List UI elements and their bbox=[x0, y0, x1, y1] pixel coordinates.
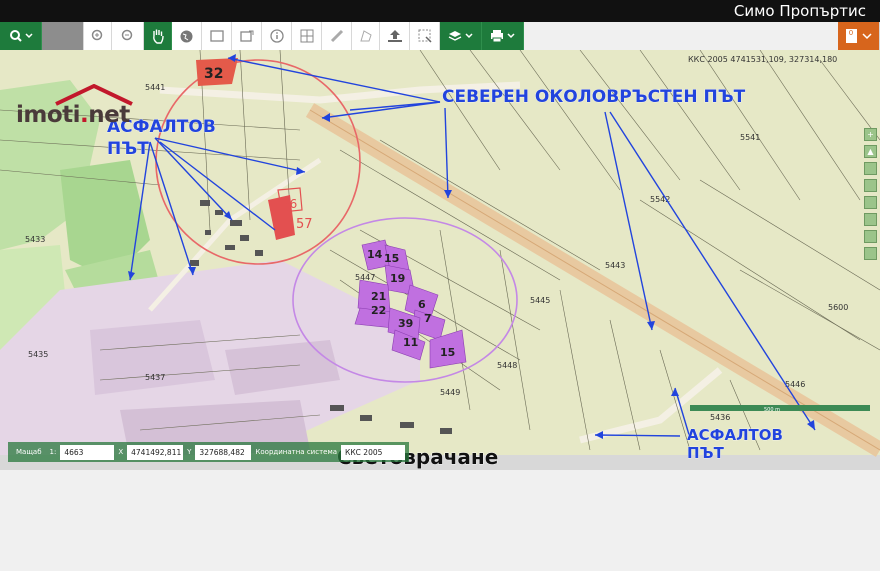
asphalt-road-right-label-2: ПЪТ bbox=[687, 444, 725, 462]
parcel-6[interactable]: 6 bbox=[418, 298, 426, 311]
scale-bar-label: 500 m bbox=[764, 407, 780, 413]
parcel-39[interactable]: 39 bbox=[398, 317, 413, 330]
select-button[interactable] bbox=[410, 22, 440, 50]
area-icon bbox=[359, 30, 372, 42]
parcel-11[interactable]: 11 bbox=[403, 336, 418, 349]
brand-title: Симо Пропъртис bbox=[733, 2, 866, 20]
parcel-21[interactable]: 21 bbox=[371, 290, 386, 303]
pan-button[interactable] bbox=[144, 22, 172, 50]
globe-button[interactable] bbox=[172, 22, 202, 50]
svg-text:5542: 5542 bbox=[650, 195, 670, 204]
bookmark-icon: 0 bbox=[845, 29, 857, 43]
map-toolbar: 0 bbox=[0, 22, 880, 50]
logo-backdrop bbox=[42, 22, 84, 50]
rectangle-button[interactable] bbox=[202, 22, 232, 50]
top-bar: Симо Пропъртис bbox=[0, 0, 880, 22]
search-icon bbox=[9, 30, 33, 42]
zoom-in-icon bbox=[91, 29, 102, 41]
y-label: Y bbox=[187, 448, 192, 456]
parcel-7[interactable]: 7 bbox=[424, 312, 432, 325]
cadastral-map[interactable]: 5441 5541 5542 5443 5445 5433 5435 5448 5449 5… bbox=[0, 50, 880, 470]
hand-icon bbox=[152, 29, 164, 44]
zoom-out-button[interactable] bbox=[112, 22, 144, 50]
parcel-15-b[interactable]: 15 bbox=[440, 346, 455, 359]
rectangle-icon bbox=[209, 30, 224, 42]
svg-text:5433: 5433 bbox=[25, 235, 45, 244]
svg-text:5541: 5541 bbox=[740, 133, 760, 142]
parcel-14[interactable]: 14 bbox=[367, 248, 383, 261]
zoom-in-button[interactable] bbox=[84, 22, 112, 50]
svg-text:5436: 5436 bbox=[710, 413, 730, 422]
coordinate-system-label: Координатна система bbox=[255, 448, 338, 456]
parcel-57[interactable]: 57 bbox=[296, 217, 313, 232]
scale-prefix: 1: bbox=[49, 448, 57, 456]
x-coordinate-field[interactable]: 4741492,811 bbox=[127, 444, 184, 460]
svg-text:5449: 5449 bbox=[440, 388, 460, 397]
map-canvas[interactable]: 5441 5541 5542 5443 5445 5433 5435 5448 5449 5… bbox=[0, 50, 880, 470]
kks-coordinate-label: ККС 2005 4741531,109, 327314,180 bbox=[688, 55, 837, 64]
select-icon bbox=[418, 29, 432, 43]
globe-icon bbox=[180, 30, 193, 42]
parcel-56[interactable]: 56 bbox=[282, 197, 297, 211]
info-button[interactable] bbox=[262, 22, 292, 50]
parcel-22[interactable]: 22 bbox=[371, 304, 386, 317]
print-button[interactable] bbox=[482, 22, 524, 50]
scale-input[interactable]: 4663 bbox=[60, 444, 115, 460]
side-control-2[interactable]: ▲ bbox=[864, 145, 877, 158]
upload-icon bbox=[387, 30, 402, 42]
logo-roof-icon bbox=[55, 84, 133, 106]
layers-button[interactable] bbox=[440, 22, 482, 50]
imoti-logo: imoti.net bbox=[16, 84, 133, 128]
svg-text:5437: 5437 bbox=[145, 373, 165, 382]
window-icon bbox=[239, 30, 253, 42]
parcel-15-a[interactable]: 15 bbox=[384, 252, 399, 265]
zoom-out-icon bbox=[121, 29, 132, 41]
ring-road-label: СЕВЕРЕН ОКОЛОВРЪСТЕН ПЪТ bbox=[442, 87, 746, 107]
svg-text:5441: 5441 bbox=[145, 83, 165, 92]
map-side-controls: + ▲ bbox=[864, 128, 878, 260]
page-footer-blank bbox=[0, 470, 880, 571]
svg-text:5447: 5447 bbox=[355, 273, 375, 282]
chevron-down-icon bbox=[861, 33, 872, 40]
scale-label: Мащаб bbox=[16, 448, 42, 456]
search-button[interactable] bbox=[0, 22, 42, 50]
coordinate-system-select[interactable]: ККС 2005 bbox=[341, 444, 406, 460]
y-coordinate-field[interactable]: 327688,482 bbox=[195, 444, 252, 460]
window-button[interactable] bbox=[232, 22, 262, 50]
side-control-3[interactable] bbox=[864, 162, 877, 175]
side-control-6[interactable] bbox=[864, 213, 877, 226]
side-control-5[interactable] bbox=[864, 196, 877, 209]
coordinate-bar: Мащаб 1: 4663 X 4741492,811 Y 327688,482… bbox=[8, 442, 410, 462]
upload-button[interactable] bbox=[380, 22, 410, 50]
grid-button[interactable] bbox=[292, 22, 322, 50]
parcel-32[interactable]: 32 bbox=[204, 66, 223, 82]
svg-text:5600: 5600 bbox=[828, 303, 848, 312]
side-control-1[interactable]: + bbox=[864, 128, 877, 141]
layers-icon bbox=[448, 31, 473, 41]
svg-text:5448: 5448 bbox=[497, 361, 517, 370]
side-control-4[interactable] bbox=[864, 179, 877, 192]
measure-button[interactable] bbox=[322, 22, 352, 50]
grid-icon bbox=[300, 29, 313, 43]
svg-text:5435: 5435 bbox=[28, 350, 48, 359]
asphalt-road-left-label-2: ПЪТ bbox=[107, 139, 149, 159]
ruler-icon bbox=[330, 29, 343, 43]
area-button[interactable] bbox=[352, 22, 380, 50]
side-control-8[interactable] bbox=[864, 247, 877, 260]
side-control-7[interactable] bbox=[864, 230, 877, 243]
svg-text:5445: 5445 bbox=[530, 296, 550, 305]
x-label: X bbox=[118, 448, 124, 456]
parcel-19[interactable]: 19 bbox=[390, 272, 405, 285]
print-icon bbox=[490, 30, 515, 43]
info-icon bbox=[269, 29, 284, 43]
svg-text:5443: 5443 bbox=[605, 261, 625, 270]
asphalt-road-right-label: АСФАЛТОВ bbox=[687, 426, 783, 444]
bookmarks-button[interactable]: 0 bbox=[838, 22, 880, 50]
